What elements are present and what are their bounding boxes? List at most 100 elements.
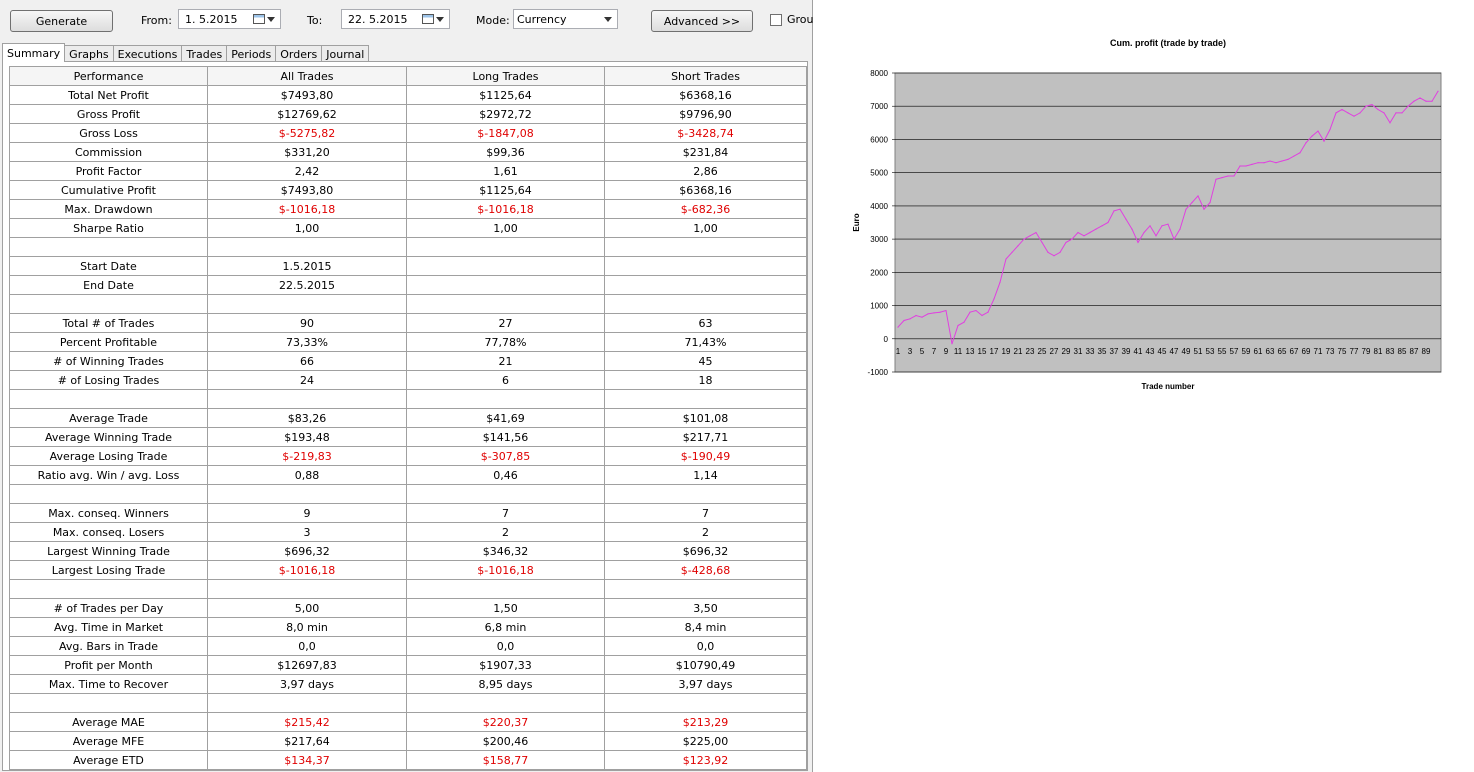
performance-cell: Gross Profit [9,104,208,124]
x-tick-label: 39 [1122,347,1131,356]
short-trades-cell: 3,50 [604,598,807,618]
x-tick-label: 47 [1170,347,1179,356]
all-trades-cell [207,294,407,314]
table-row[interactable]: # of Winning Trades 66 21 45 [9,351,807,371]
data-point [1029,235,1031,237]
advanced-button[interactable]: Advanced >> [651,10,753,32]
generate-button[interactable]: Generate [10,10,113,32]
table-row[interactable]: # of Losing Trades 24 6 18 [9,370,807,390]
table-row[interactable] [9,484,807,504]
data-point [999,281,1001,283]
table-row[interactable]: Average Losing Trade $-219,83 $-307,85 $-19… [9,446,807,466]
to-date-picker[interactable]: 22. 5.2015 [341,9,450,29]
group-checkbox[interactable] [770,14,782,26]
table-row[interactable]: Avg. Time in Market 8,0 min 6,8 min 8,4 min [9,617,807,637]
chevron-down-icon[interactable] [267,16,275,22]
table-row[interactable]: Max. Time to Recover 3,97 days 8,95 days 3,… [9,674,807,694]
table-row[interactable]: Average MFE $217,64 $200,46 $225,00 [9,731,807,751]
data-point [1317,130,1319,132]
table-row[interactable] [9,389,807,409]
all-trades-cell: 5,00 [207,598,407,618]
data-point [927,313,929,315]
table-row[interactable]: Average Winning Trade $193,48 $141,56 $217,… [9,427,807,447]
tab-bar: Summary Graphs Executions Trades Periods… [2,43,370,62]
table-row[interactable]: Total # of Trades 90 27 63 [9,313,807,333]
long-trades-cell [406,294,605,314]
table-row[interactable]: Commission $331,20 $99,36 $231,84 [9,142,807,162]
tab-journal[interactable]: Journal [321,45,370,62]
performance-cell: Average Losing Trade [9,446,208,466]
short-trades-cell: 45 [604,351,807,371]
data-point [897,326,899,328]
table-row[interactable] [9,237,807,257]
data-point [915,314,917,317]
table-row[interactable]: Avg. Bars in Trade 0,0 0,0 0,0 [9,636,807,656]
calendar-icon[interactable] [422,14,434,24]
chevron-down-icon[interactable] [604,16,612,22]
table-row[interactable]: Sharpe Ratio 1,00 1,00 1,00 [9,218,807,238]
data-point [1095,228,1097,230]
y-tick-label: 8000 [870,69,888,78]
table-row[interactable]: Profit Factor 2,42 1,61 2,86 [9,161,807,181]
data-point [1023,238,1025,240]
table-row[interactable]: Max. conseq. Winners 9 7 7 [9,503,807,523]
long-trades-cell: $200,46 [406,731,605,751]
long-trades-cell: $346,32 [406,541,605,561]
table-row[interactable] [9,693,807,713]
x-tick-label: 11 [954,347,963,356]
performance-cell: Average ETD [9,750,208,770]
table-row[interactable]: # of Trades per Day 5,00 1,50 3,50 [9,598,807,618]
tab-orders[interactable]: Orders [275,45,323,62]
table-row[interactable]: Start Date 1.5.2015 [9,256,807,276]
calendar-icon[interactable] [253,14,265,24]
column-header-long-trades[interactable]: Long Trades [406,66,605,86]
short-trades-cell: 63 [604,313,807,333]
table-row[interactable]: End Date 22.5.2015 [9,275,807,295]
short-trades-cell: $225,00 [604,731,807,751]
data-point [987,311,989,313]
from-date-picker[interactable]: 1. 5.2015 [178,9,281,29]
tab-trades[interactable]: Trades [181,45,228,62]
table-row[interactable]: Largest Losing Trade $-1016,18 $-1016,18 $-… [9,560,807,580]
data-point [903,319,905,322]
table-row[interactable]: Ratio avg. Win / avg. Loss 0,88 0,46 1,14 [9,465,807,485]
short-trades-cell: $101,08 [604,408,807,428]
all-trades-cell: 24 [207,370,407,390]
table-row[interactable]: Cumulative Profit $7493,80 $1125,64 $6368,1… [9,180,807,200]
short-trades-cell: $123,92 [604,750,807,770]
table-row[interactable]: Max. Drawdown $-1016,18 $-1016,18 $-682,36 [9,199,807,219]
table-row[interactable]: Profit per Month $12697,83 $1907,33 $10790,… [9,655,807,675]
tab-graphs[interactable]: Graphs [64,45,114,62]
table-row[interactable]: Percent Profitable 73,33% 77,78% 71,43% [9,332,807,352]
tab-summary[interactable]: Summary [2,43,66,62]
table-row[interactable]: Average Trade $83,26 $41,69 $101,08 [9,408,807,428]
data-point [1287,158,1289,160]
performance-table: Performance All Trades Long Trades Short… [9,66,807,770]
table-row[interactable]: Gross Profit $12769,62 $2972,72 $9796,90 [9,104,807,124]
tab-periods[interactable]: Periods [226,45,277,62]
x-tick-label: 35 [1098,347,1107,356]
table-row[interactable]: Largest Winning Trade $696,32 $346,32 $696,… [9,541,807,561]
long-trades-cell [406,275,605,295]
mode-select[interactable]: Currency [513,9,618,29]
table-row[interactable]: Average MAE $215,42 $220,37 $213,29 [9,712,807,732]
data-point [1299,152,1301,154]
long-trades-cell: $158,77 [406,750,605,770]
table-row[interactable]: Max. conseq. Losers 3 2 2 [9,522,807,542]
data-point [1227,175,1229,177]
performance-cell: # of Trades per Day [9,598,208,618]
x-tick-label: 17 [990,347,999,356]
column-header-all-trades[interactable]: All Trades [207,66,407,86]
column-header-short-trades[interactable]: Short Trades [604,66,807,86]
table-row[interactable] [9,294,807,314]
table-row[interactable]: Total Net Profit $7493,80 $1125,64 $6368,16 [9,85,807,105]
column-header-performance[interactable]: Performance [9,66,208,86]
table-row[interactable] [9,579,807,599]
tab-executions[interactable]: Executions [112,45,183,62]
chevron-down-icon[interactable] [436,16,444,22]
data-point [1191,201,1193,204]
short-trades-cell: $-682,36 [604,199,807,219]
all-trades-cell: $134,37 [207,750,407,770]
table-row[interactable]: Gross Loss $-5275,82 $-1847,08 $-3428,74 [9,123,807,143]
table-row[interactable]: Average ETD $134,37 $158,77 $123,92 [9,750,807,770]
